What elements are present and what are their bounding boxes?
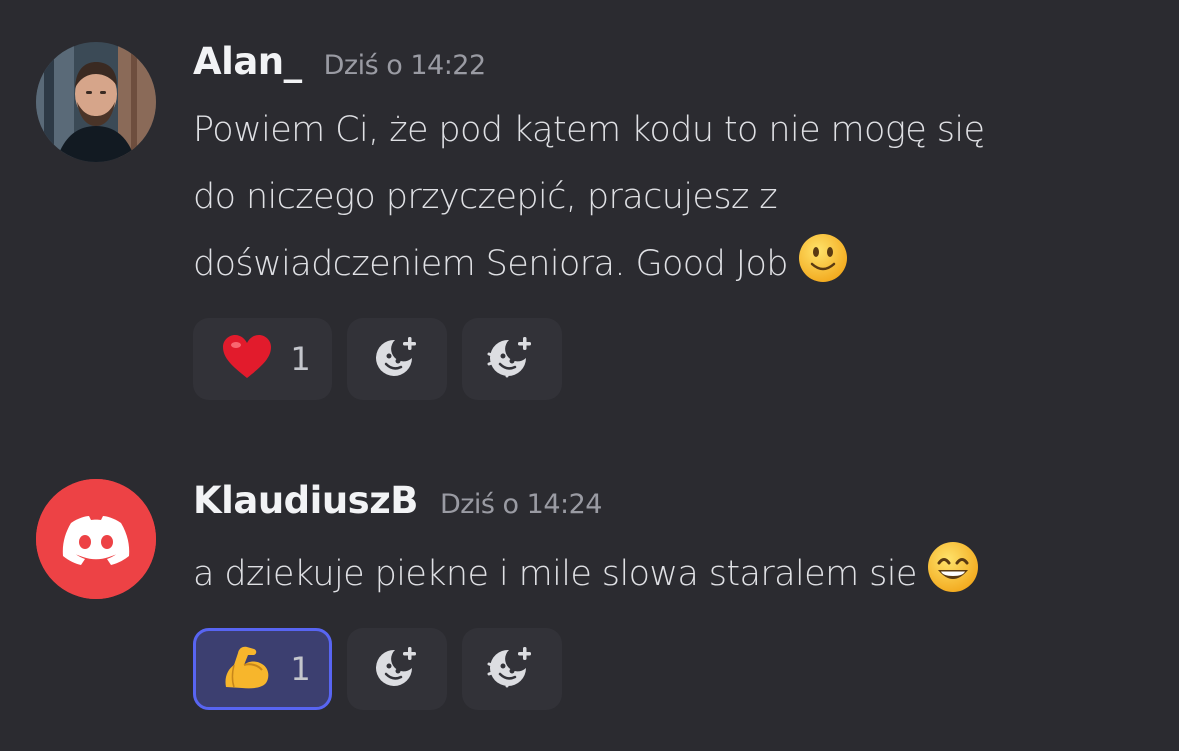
timestamp: Dziś o 14:22 [323,50,487,81]
add-super-reaction-button[interactable] [462,628,562,710]
add-super-reaction-icon [485,334,539,384]
message-line-text: a dziekuje piekne i mile slowa staralem … [193,554,917,594]
message-line: doświadczeniem Seniora. Good Job [193,231,1153,306]
timestamp: Dziś o 14:24 [439,489,603,520]
slightly-smiling-face-icon [798,233,848,306]
username[interactable]: KlaudiuszB [193,479,418,522]
message-header: Alan_ Dziś o 14:22 [193,40,486,83]
add-reaction-button[interactable] [347,318,447,400]
reactions-bar: 1 [193,628,562,710]
reaction-count: 1 [290,650,311,688]
red-heart-icon [222,334,272,384]
add-reaction-icon [372,644,422,694]
add-reaction-button[interactable] [347,628,447,710]
user-avatar[interactable] [36,479,156,599]
user-photo-icon [36,42,156,162]
add-reaction-icon [372,334,422,384]
reaction-heart[interactable]: 1 [193,318,332,400]
message-content: Powiem Ci, że pod kątem kodu to nie mogę… [193,97,1153,306]
reaction-flexed-biceps[interactable]: 1 [193,628,332,710]
discord-logo-icon [36,479,156,599]
add-super-reaction-button[interactable] [462,318,562,400]
message-line: Powiem Ci, że pod kątem kodu to nie mogę… [193,110,985,150]
flexed-biceps-icon [222,643,272,695]
username[interactable]: Alan_ [193,40,302,83]
add-super-reaction-icon [485,644,539,694]
message-line-text: doświadczeniem Seniora. Good Job [193,244,788,284]
reactions-bar: 1 [193,318,562,400]
message-header: KlaudiuszB Dziś o 14:24 [193,479,602,522]
grinning-face-with-smiling-eyes-icon [927,541,979,616]
message-line: a dziekuje piekne i mile slowa staralem … [193,541,1153,616]
message-content: a dziekuje piekne i mile slowa staralem … [193,541,1153,616]
reaction-count: 1 [290,340,311,378]
message-line: do niczego przyczepić, pracujesz z [193,177,778,217]
user-avatar[interactable] [36,42,156,162]
